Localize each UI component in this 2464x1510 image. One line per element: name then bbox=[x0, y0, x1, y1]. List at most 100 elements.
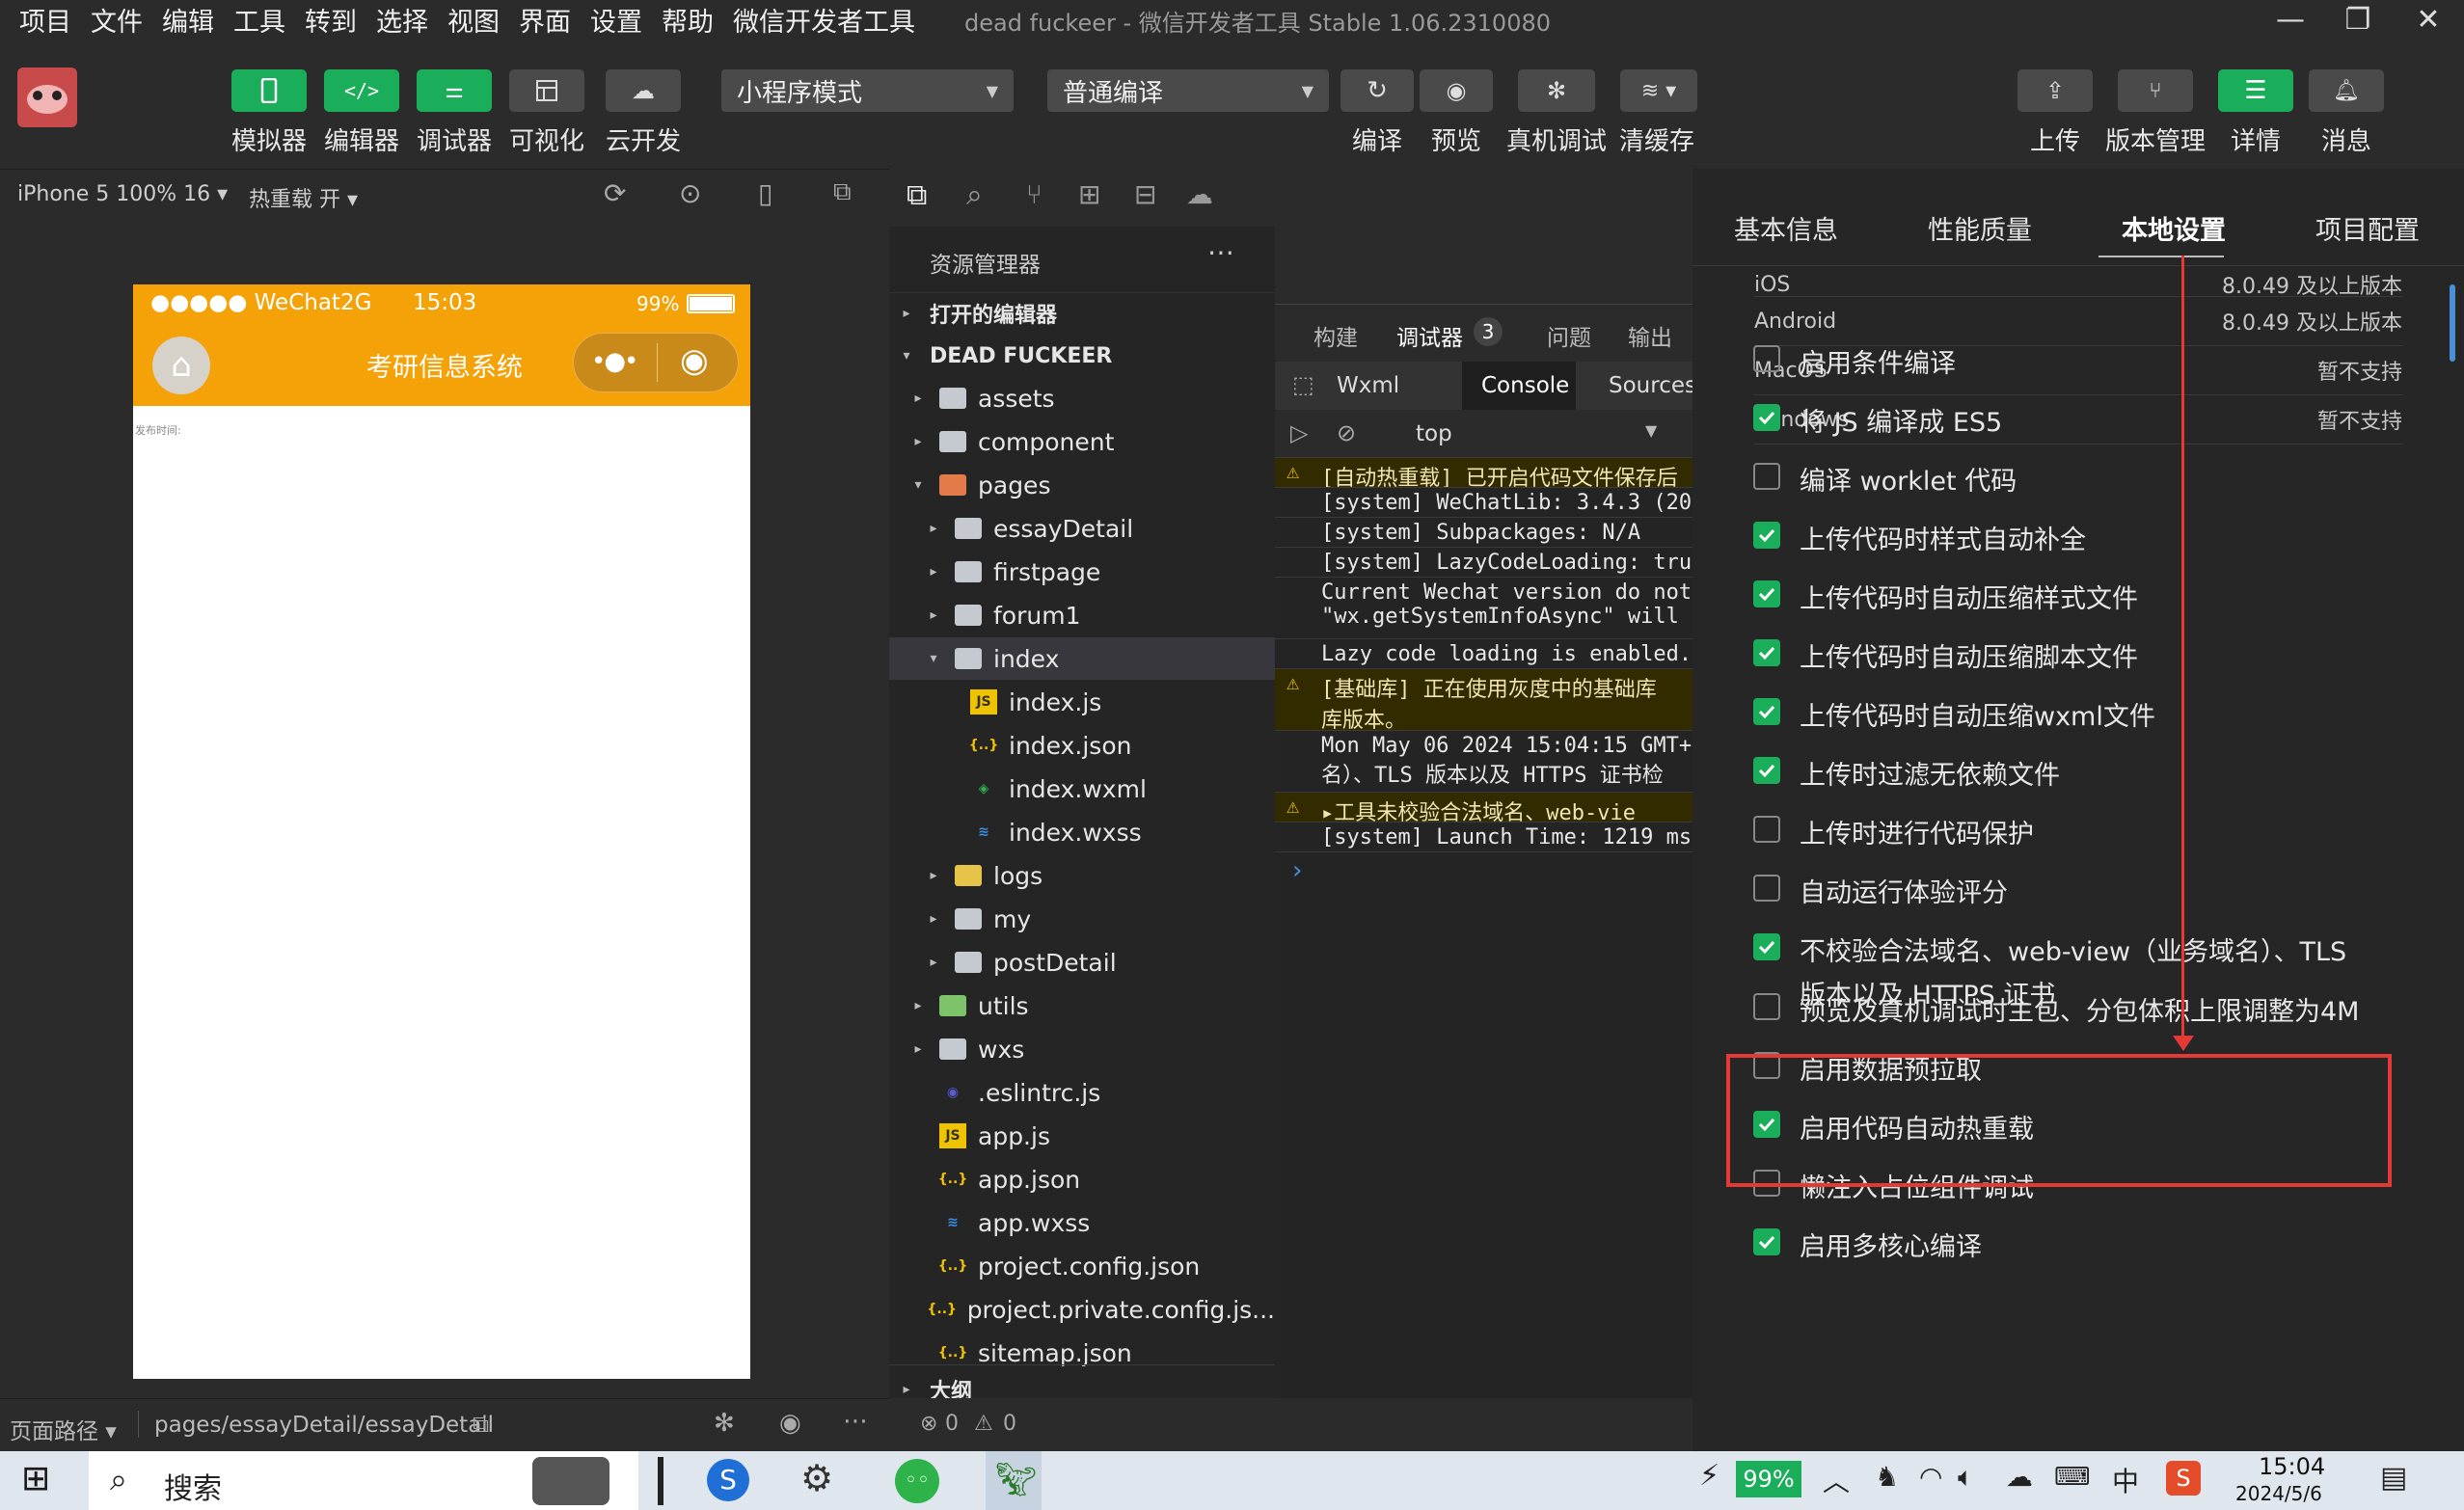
file-tree-item[interactable]: ▸ firstpage bbox=[889, 551, 1275, 593]
file-tree-item[interactable]: {..} project.config.json bbox=[889, 1245, 1275, 1287]
close-mini-icon[interactable]: ◉ bbox=[680, 341, 709, 380]
wifi-icon[interactable]: ◠ bbox=[1919, 1461, 1942, 1493]
open-editors-section[interactable]: ▸ 打开的编辑器 bbox=[889, 292, 1275, 335]
scrollbar[interactable] bbox=[2450, 284, 2455, 362]
console-line[interactable]: ⚠ ▸工具未校验合法域名、web-vie bbox=[1275, 793, 1692, 822]
app-icon[interactable]: S bbox=[707, 1459, 749, 1501]
csdn-icon[interactable]: S bbox=[2166, 1461, 2201, 1496]
file-tree-item[interactable]: ▸ essayDetail bbox=[889, 507, 1275, 550]
console-line[interactable]: Current Wechat version do not "wx.getSyst… bbox=[1275, 578, 1692, 639]
console-line[interactable]: [system] Launch Time: 1219 ms bbox=[1275, 822, 1692, 852]
context-select[interactable]: top bbox=[1416, 421, 1452, 446]
menu-item[interactable]: 工具 bbox=[233, 1, 285, 39]
file-tree-item[interactable]: {..} app.json bbox=[889, 1158, 1275, 1200]
more-icon[interactable]: ⋯ bbox=[1207, 236, 1234, 268]
console-line[interactable]: Mon May 06 2024 15:04:15 GMT+ 名）、TLS 版本以及… bbox=[1275, 731, 1692, 793]
setting-option[interactable]: 启用条件编译 bbox=[1753, 342, 1956, 380]
qq-icon[interactable]: ♞ bbox=[1875, 1461, 1899, 1493]
active-app-icon[interactable]: 🦖︎ bbox=[986, 1451, 1042, 1510]
search-icon[interactable]: ⌕ bbox=[966, 178, 983, 212]
tab-project-config[interactable]: 项目配置 bbox=[2315, 209, 2420, 247]
visual-toggle-button[interactable] bbox=[509, 69, 584, 112]
taskbar-search[interactable]: ⌕ 搜索 bbox=[89, 1451, 638, 1510]
menu-item[interactable]: 界面 bbox=[519, 1, 571, 39]
checkbox-unchecked-icon[interactable] bbox=[1753, 463, 1780, 490]
home-icon[interactable]: ⌂ bbox=[152, 337, 210, 394]
settings-gear-icon[interactable]: ⚙ bbox=[800, 1457, 833, 1499]
menu-item[interactable]: 视图 bbox=[447, 1, 500, 39]
console-line[interactable]: ⚠ [基础库] 正在使用灰度中的基础库 库版本。 bbox=[1275, 669, 1692, 731]
compile-mode-select[interactable]: 普通编译 ▼ bbox=[1047, 69, 1329, 112]
menu-item[interactable]: 编辑 bbox=[162, 1, 214, 39]
tab-build[interactable]: 构建 bbox=[1313, 319, 1358, 352]
phone-icon[interactable]: ▯ bbox=[758, 177, 772, 209]
menu-item[interactable]: 转到 bbox=[305, 1, 357, 39]
cloud-button[interactable]: ☁ bbox=[606, 69, 681, 112]
extensions-icon[interactable]: ⊞ bbox=[1078, 178, 1100, 210]
menu-item[interactable]: 选择 bbox=[376, 1, 428, 39]
setting-option[interactable]: 预览及真机调试时主包、分包体积上限调整为4M bbox=[1753, 990, 2359, 1028]
checkbox-checked-icon[interactable] bbox=[1753, 933, 1780, 960]
setting-option[interactable]: 上传代码时样式自动补全 bbox=[1753, 519, 2086, 556]
file-tree-item[interactable]: {..} project.private.config.js... bbox=[889, 1288, 1275, 1331]
checkbox-checked-icon[interactable] bbox=[1753, 639, 1780, 666]
console-line[interactable]: Lazy code loading is enabled. bbox=[1275, 639, 1692, 669]
inspect-icon[interactable]: ⬚ bbox=[1292, 371, 1314, 398]
clear-cache-button[interactable]: ≋ ▾ bbox=[1620, 69, 1697, 112]
path-label-select[interactable]: 页面路径 ▾ bbox=[10, 1413, 117, 1445]
mode-select[interactable]: 小程序模式 ▼ bbox=[721, 69, 1014, 112]
file-tree-item[interactable]: ◉ .eslintrc.js bbox=[889, 1071, 1275, 1114]
compile-button[interactable]: ↻ bbox=[1340, 69, 1414, 112]
wechat-devtools-icon[interactable]: ◦◦ bbox=[895, 1459, 939, 1503]
console-prompt[interactable]: › bbox=[1292, 856, 1302, 885]
editor-toggle-button[interactable]: </> bbox=[324, 69, 399, 112]
simulator-toggle-button[interactable] bbox=[231, 69, 307, 112]
subtab-wxml[interactable]: Wxml bbox=[1337, 373, 1399, 398]
volume-icon[interactable]: 🔈︎ bbox=[1958, 1461, 1974, 1494]
real-debug-button[interactable]: ✻ bbox=[1518, 69, 1595, 112]
messages-button[interactable]: 🔔︎ bbox=[2309, 69, 2384, 112]
file-tree-item[interactable]: ▾ pages bbox=[889, 464, 1275, 506]
tab-output[interactable]: 输出 bbox=[1628, 319, 1672, 352]
checkbox-unchecked-icon[interactable] bbox=[1753, 345, 1780, 372]
checkbox-checked-icon[interactable] bbox=[1753, 404, 1780, 431]
setting-option[interactable]: 自动运行体验评分 bbox=[1753, 872, 2008, 909]
tab-issues[interactable]: 问题 bbox=[1547, 319, 1591, 352]
setting-option[interactable]: 上传时进行代码保护 bbox=[1753, 813, 2034, 850]
database-icon[interactable]: ⊟ bbox=[1134, 178, 1156, 210]
debugger-toggle-button[interactable]: ⚌ bbox=[417, 69, 492, 112]
details-button[interactable]: ☰ bbox=[2218, 69, 2293, 112]
chevron-down-icon[interactable]: ▼ bbox=[1645, 421, 1657, 440]
checkbox-checked-icon[interactable] bbox=[1753, 1228, 1780, 1255]
file-tree-item[interactable]: JS index.js bbox=[889, 681, 1275, 723]
avatar[interactable] bbox=[17, 67, 77, 127]
cloud-icon[interactable]: ☁ bbox=[2006, 1461, 2033, 1493]
setting-option[interactable]: 启用多核心编译 bbox=[1753, 1226, 1982, 1263]
checkbox-checked-icon[interactable] bbox=[1753, 580, 1780, 607]
hot-reload-select[interactable]: 热重载 开 ▾ bbox=[249, 182, 358, 213]
sidebar-toggle-icon[interactable]: ▷ bbox=[1290, 419, 1308, 446]
tab-debugger[interactable]: 调试器 bbox=[1396, 319, 1463, 352]
notification-icon[interactable]: ▤ bbox=[2380, 1461, 2407, 1495]
upload-button[interactable]: ⇪ bbox=[2017, 69, 2093, 112]
checkbox-checked-icon[interactable] bbox=[1753, 522, 1780, 549]
popout-icon[interactable]: ⧉ bbox=[833, 177, 852, 207]
file-tree-item[interactable]: ▸ assets bbox=[889, 377, 1275, 419]
console-line[interactable]: [system] LazyCodeLoading: tru bbox=[1275, 548, 1692, 578]
file-tree-item[interactable]: {..} index.json bbox=[889, 724, 1275, 767]
checkbox-unchecked-icon[interactable] bbox=[1753, 875, 1780, 902]
subtab-sources[interactable]: Sources bbox=[1609, 373, 1696, 398]
clear-console-icon[interactable]: ⊘ bbox=[1337, 419, 1356, 446]
console-line[interactable]: [system] Subpackages: N/A bbox=[1275, 518, 1692, 548]
setting-option[interactable]: 将 JS 编译成 ES5 bbox=[1753, 401, 2002, 439]
bug-icon[interactable]: ✻ bbox=[714, 1409, 735, 1438]
checkbox-checked-icon[interactable] bbox=[1753, 698, 1780, 725]
problems-bar[interactable]: ⊗ 0 ⚠ 0 bbox=[889, 1398, 1275, 1451]
restore-icon[interactable]: ❐ bbox=[2329, 0, 2387, 39]
files-icon[interactable]: ⧉ bbox=[907, 178, 927, 212]
file-tree-item[interactable]: ▸ postDetail bbox=[889, 941, 1275, 984]
rotate-icon[interactable]: ⟳ bbox=[604, 177, 626, 209]
docker-icon[interactable]: ☁ bbox=[1186, 178, 1213, 210]
checkbox-checked-icon[interactable] bbox=[1753, 757, 1780, 784]
file-tree-item[interactable]: ▸ logs bbox=[889, 854, 1275, 897]
